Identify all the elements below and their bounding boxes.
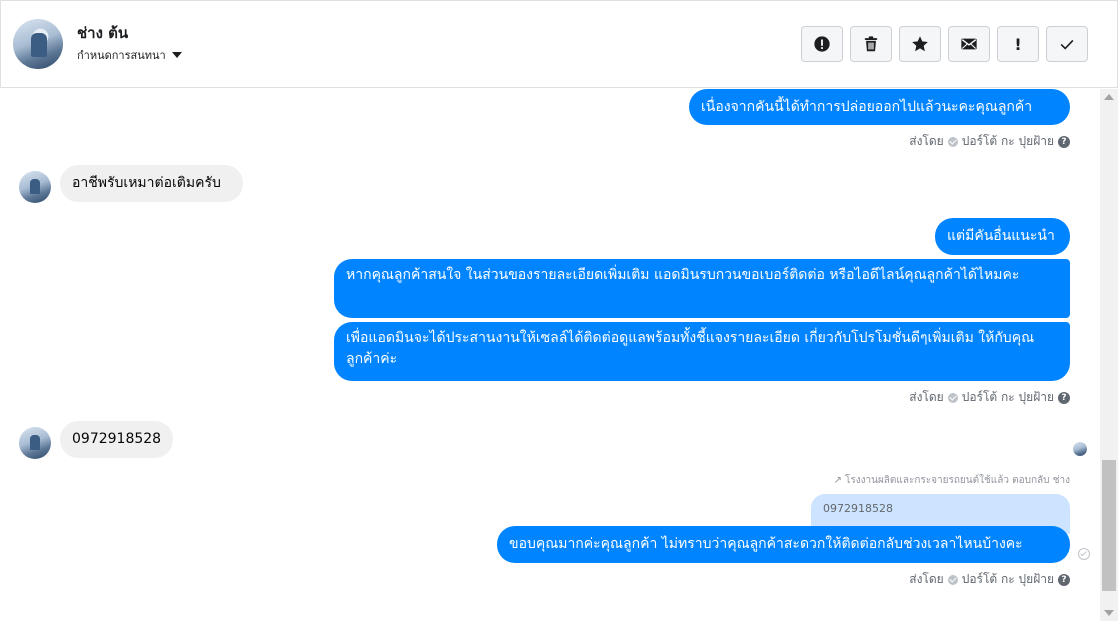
scrollbar-thumb[interactable] [1102,460,1116,591]
scroll-down-arrow-icon[interactable] [1104,610,1114,616]
sent-check-icon [947,392,958,403]
outgoing-message[interactable]: แต่มีคันอื่นแนะนำ [935,218,1070,255]
scrollbar[interactable] [1100,89,1118,621]
sent-check-icon [947,574,958,585]
outgoing-message[interactable]: เนื่องจากคันนี้ได้ทำการปล่อยออกไปแล้วนะค… [689,89,1070,125]
help-icon[interactable]: ? [1058,391,1070,404]
reply-arrow-icon: ↗ [833,475,842,486]
follow-up-button[interactable]: ! [997,26,1039,62]
help-icon[interactable]: ? [1058,135,1070,148]
sent-by-info: ส่งโดย ปอร์โต้ กะ ปุยฝ้าย ? [909,132,1070,151]
sent-by-label: ส่งโดย [909,390,944,404]
check-icon [1060,39,1074,50]
mark-done-button[interactable] [1046,26,1088,62]
mark-unread-button[interactable] [948,26,990,62]
contact-avatar-small [19,171,51,203]
conversation-header: ช่าง ต้น กำหนดการสนทนา ! [0,0,1118,88]
contact-name[interactable]: ช่าง ต้น [77,21,128,45]
conversation-assign-dropdown[interactable]: กำหนดการสนทนา [77,46,182,64]
sender-name[interactable]: ปอร์โต้ กะ ปุยฝ้าย [962,388,1054,407]
message-thread[interactable]: เนื่องจากคันนี้ได้ทำการปล่อยออกไปแล้วนะค… [0,89,1100,621]
reply-context: ↗ โรงงานผลิตและกระจายรถยนต์ใช้แล้ว ตอบกล… [834,473,1070,488]
star-button[interactable] [899,26,941,62]
sent-check-icon [947,136,958,147]
scroll-up-arrow-icon[interactable] [1104,94,1114,100]
assign-label: กำหนดการสนทนา [77,49,166,62]
sender-name[interactable]: ปอร์โต้ กะ ปุยฝ้าย [962,570,1054,589]
sent-by-info: ส่งโดย ปอร์โต้ กะ ปุยฝ้าย ? [909,388,1070,407]
sent-by-label: ส่งโดย [909,572,944,586]
sender-name[interactable]: ปอร์โต้ กะ ปุยฝ้าย [962,132,1054,151]
exclamation-icon: ! [1014,34,1022,54]
trash-icon [864,36,878,52]
sent-by-info: ส่งโดย ปอร์โต้ กะ ปุยฝ้าย ? [909,570,1070,589]
help-icon[interactable]: ? [1058,573,1070,586]
sent-by-label: ส่งโดย [909,134,944,148]
incoming-message[interactable]: อาชีพรับเหมาต่อเติมครับ [60,165,243,202]
reply-context-text: โรงงานผลิตและกระจายรถยนต์ใช้แล้ว ตอบกลับ… [844,475,1070,486]
report-button[interactable] [801,26,843,62]
caret-down-icon [171,52,182,58]
conversation-toolbar: ! [801,26,1088,62]
envelope-icon [961,38,977,50]
outgoing-message[interactable]: เพื่อแอดมินจะได้ประสานงานให้เซลล์ได้ติดต… [334,322,1070,381]
seen-avatar [1073,442,1087,456]
delete-button[interactable] [850,26,892,62]
incoming-message[interactable]: 0972918528 [60,421,173,458]
alert-circle-icon [814,36,830,52]
contact-avatar-small [19,427,51,459]
outgoing-message[interactable]: ขอบคุณมากค่ะคุณลูกค้า ไม่ทราบว่าคุณลูกค้… [497,526,1070,563]
delivered-check-icon [1078,548,1090,560]
outgoing-message[interactable]: หากคุณลูกค้าสนใจ ในส่วนของรายละเอียดเพิ่… [334,259,1070,318]
star-icon [912,36,928,52]
contact-avatar[interactable] [13,19,63,69]
